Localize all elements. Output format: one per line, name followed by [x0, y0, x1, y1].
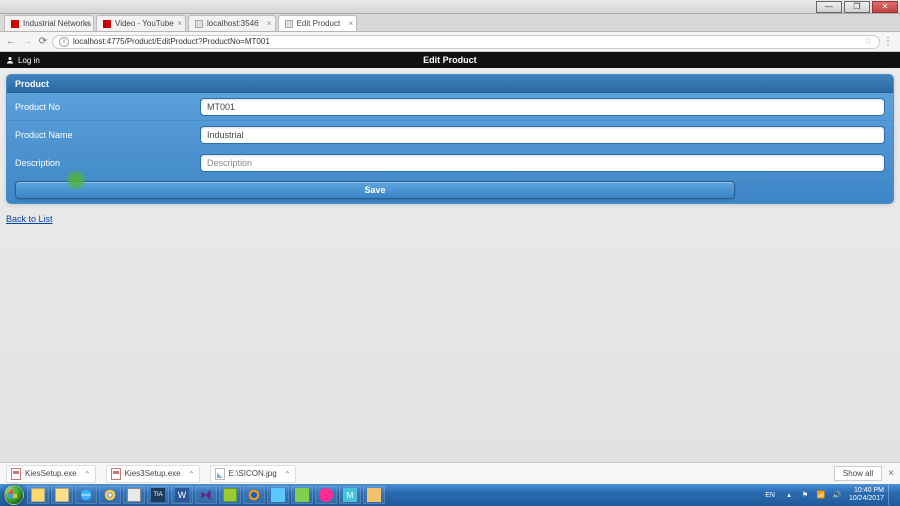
- close-icon[interactable]: ×: [177, 19, 182, 28]
- tray-volume-icon[interactable]: 🔊: [831, 489, 843, 501]
- product-panel: Product Product No Product Name Descript…: [6, 74, 894, 204]
- taskbar-app-icon[interactable]: [315, 486, 337, 504]
- download-item[interactable]: E:\ SICON.jpg ⌃: [210, 465, 296, 483]
- product-name-label: Product Name: [15, 130, 200, 140]
- browser-tab[interactable]: localhost:3546 ×: [188, 15, 276, 31]
- login-link[interactable]: Log in: [6, 56, 40, 65]
- app-header: Log in Edit Product: [0, 52, 900, 68]
- product-no-input[interactable]: [200, 98, 885, 116]
- chevron-up-icon[interactable]: ⌃: [284, 470, 291, 479]
- tray-time: 10:40 PM: [849, 487, 884, 495]
- file-icon: [11, 468, 21, 480]
- download-item[interactable]: KiesSetup.exe ⌃: [6, 465, 96, 483]
- image-file-icon: [215, 468, 225, 480]
- windows-taskbar: TIA W M EN ▴ ⚑ 📶 🔊 10:40 PM 10/24/2017: [0, 484, 900, 506]
- page-viewport: Log in Edit Product Product Product No P…: [0, 52, 900, 462]
- close-icon[interactable]: ×: [267, 19, 272, 28]
- close-icon[interactable]: ×: [349, 19, 354, 28]
- taskbar-tia-icon[interactable]: TIA: [147, 486, 169, 504]
- tray-network-icon[interactable]: 📶: [815, 489, 827, 501]
- form-row-product-no: Product No: [7, 93, 893, 121]
- taskbar-app-icon[interactable]: [267, 486, 289, 504]
- taskbar-firefox-icon[interactable]: [243, 486, 265, 504]
- youtube-icon: [11, 20, 19, 28]
- window-minimize-button[interactable]: —: [816, 1, 842, 13]
- back-button[interactable]: ←: [4, 35, 18, 49]
- tray-clock[interactable]: 10:40 PM 10/24/2017: [849, 487, 884, 502]
- tray-flag-icon[interactable]: ⚑: [799, 489, 811, 501]
- download-filename: KiesSetup.exe: [25, 469, 77, 478]
- tab-label: Edit Product: [297, 19, 341, 28]
- browser-menu-button[interactable]: ⋮: [880, 36, 896, 47]
- save-button[interactable]: Save: [15, 181, 735, 199]
- taskbar-explorer-icon[interactable]: [27, 486, 49, 504]
- forward-button[interactable]: →: [20, 35, 34, 49]
- tray-date: 10/24/2017: [849, 495, 884, 503]
- show-all-downloads-button[interactable]: Show all: [834, 466, 882, 481]
- window-close-button[interactable]: ✕: [872, 1, 898, 13]
- product-name-input[interactable]: [200, 126, 885, 144]
- address-bar[interactable]: i localhost:4775/Product/EditProduct?Pro…: [52, 35, 880, 49]
- system-tray: EN ▴ ⚑ 📶 🔊 10:40 PM 10/24/2017: [765, 485, 898, 505]
- page-content: Product Product No Product Name Descript…: [0, 68, 900, 233]
- form-row-description: Description: [7, 149, 893, 177]
- tab-label: localhost:3546: [207, 19, 259, 28]
- os-window-titlebar: — ❐ ✕: [0, 0, 900, 14]
- page-icon: [285, 20, 293, 28]
- taskbar-folder-icon[interactable]: [51, 486, 73, 504]
- download-filename: Kies3Setup.exe: [125, 469, 181, 478]
- close-shelf-button[interactable]: ×: [888, 468, 894, 479]
- taskbar-ie-icon[interactable]: [75, 486, 97, 504]
- user-icon: [6, 56, 14, 64]
- tab-label: Industrial Networks - Yo: [23, 19, 94, 28]
- page-title: Edit Product: [423, 55, 477, 65]
- browser-tab[interactable]: Video - YouTube ×: [96, 15, 186, 31]
- download-item[interactable]: Kies3Setup.exe ⌃: [106, 465, 200, 483]
- url-text: localhost:4775/Product/EditProduct?Produ…: [73, 37, 270, 46]
- form-actions: Save: [7, 177, 893, 203]
- taskbar-word-icon[interactable]: W: [171, 486, 193, 504]
- taskbar-vs-icon[interactable]: [195, 486, 217, 504]
- language-indicator[interactable]: EN: [765, 492, 775, 499]
- chevron-up-icon[interactable]: ⌃: [188, 470, 195, 479]
- site-info-icon[interactable]: i: [59, 37, 69, 47]
- taskbar-notepadpp-icon[interactable]: [219, 486, 241, 504]
- taskbar-app-icon[interactable]: [123, 486, 145, 504]
- download-shelf: KiesSetup.exe ⌃ Kies3Setup.exe ⌃ E:\ SIC…: [0, 462, 900, 484]
- back-to-list-link[interactable]: Back to List: [6, 214, 53, 224]
- form-row-product-name: Product Name: [7, 121, 893, 149]
- bookmark-star-icon[interactable]: ☆: [864, 36, 873, 47]
- taskbar-app-icon[interactable]: M: [339, 486, 361, 504]
- show-desktop-button[interactable]: [888, 485, 896, 505]
- browser-tab-active[interactable]: Edit Product ×: [278, 15, 358, 31]
- taskbar-chrome-icon[interactable]: [99, 486, 121, 504]
- browser-tab[interactable]: Industrial Networks - Yo ×: [4, 15, 94, 31]
- download-filename: SICON.jpg: [238, 469, 276, 478]
- browser-tab-strip: Industrial Networks - Yo × Video - YouTu…: [0, 14, 900, 32]
- file-icon: [111, 468, 121, 480]
- window-maximize-button[interactable]: ❐: [844, 1, 870, 13]
- download-drive: E:\: [229, 469, 239, 478]
- taskbar-app-icon[interactable]: [291, 486, 313, 504]
- tab-label: Video - YouTube: [115, 19, 174, 28]
- browser-toolbar: ← → ⟳ i localhost:4775/Product/EditProdu…: [0, 32, 900, 52]
- reload-button[interactable]: ⟳: [36, 35, 50, 49]
- start-button[interactable]: [4, 485, 24, 505]
- tray-chevron-icon[interactable]: ▴: [783, 489, 795, 501]
- login-label: Log in: [18, 56, 40, 65]
- taskbar-app-icon[interactable]: [363, 486, 385, 504]
- panel-header: Product: [7, 75, 893, 93]
- close-icon[interactable]: ×: [85, 19, 90, 28]
- product-no-label: Product No: [15, 102, 200, 112]
- description-input[interactable]: [200, 154, 885, 172]
- chevron-up-icon[interactable]: ⌃: [84, 470, 91, 479]
- youtube-icon: [103, 20, 111, 28]
- description-label: Description: [15, 158, 200, 168]
- page-icon: [195, 20, 203, 28]
